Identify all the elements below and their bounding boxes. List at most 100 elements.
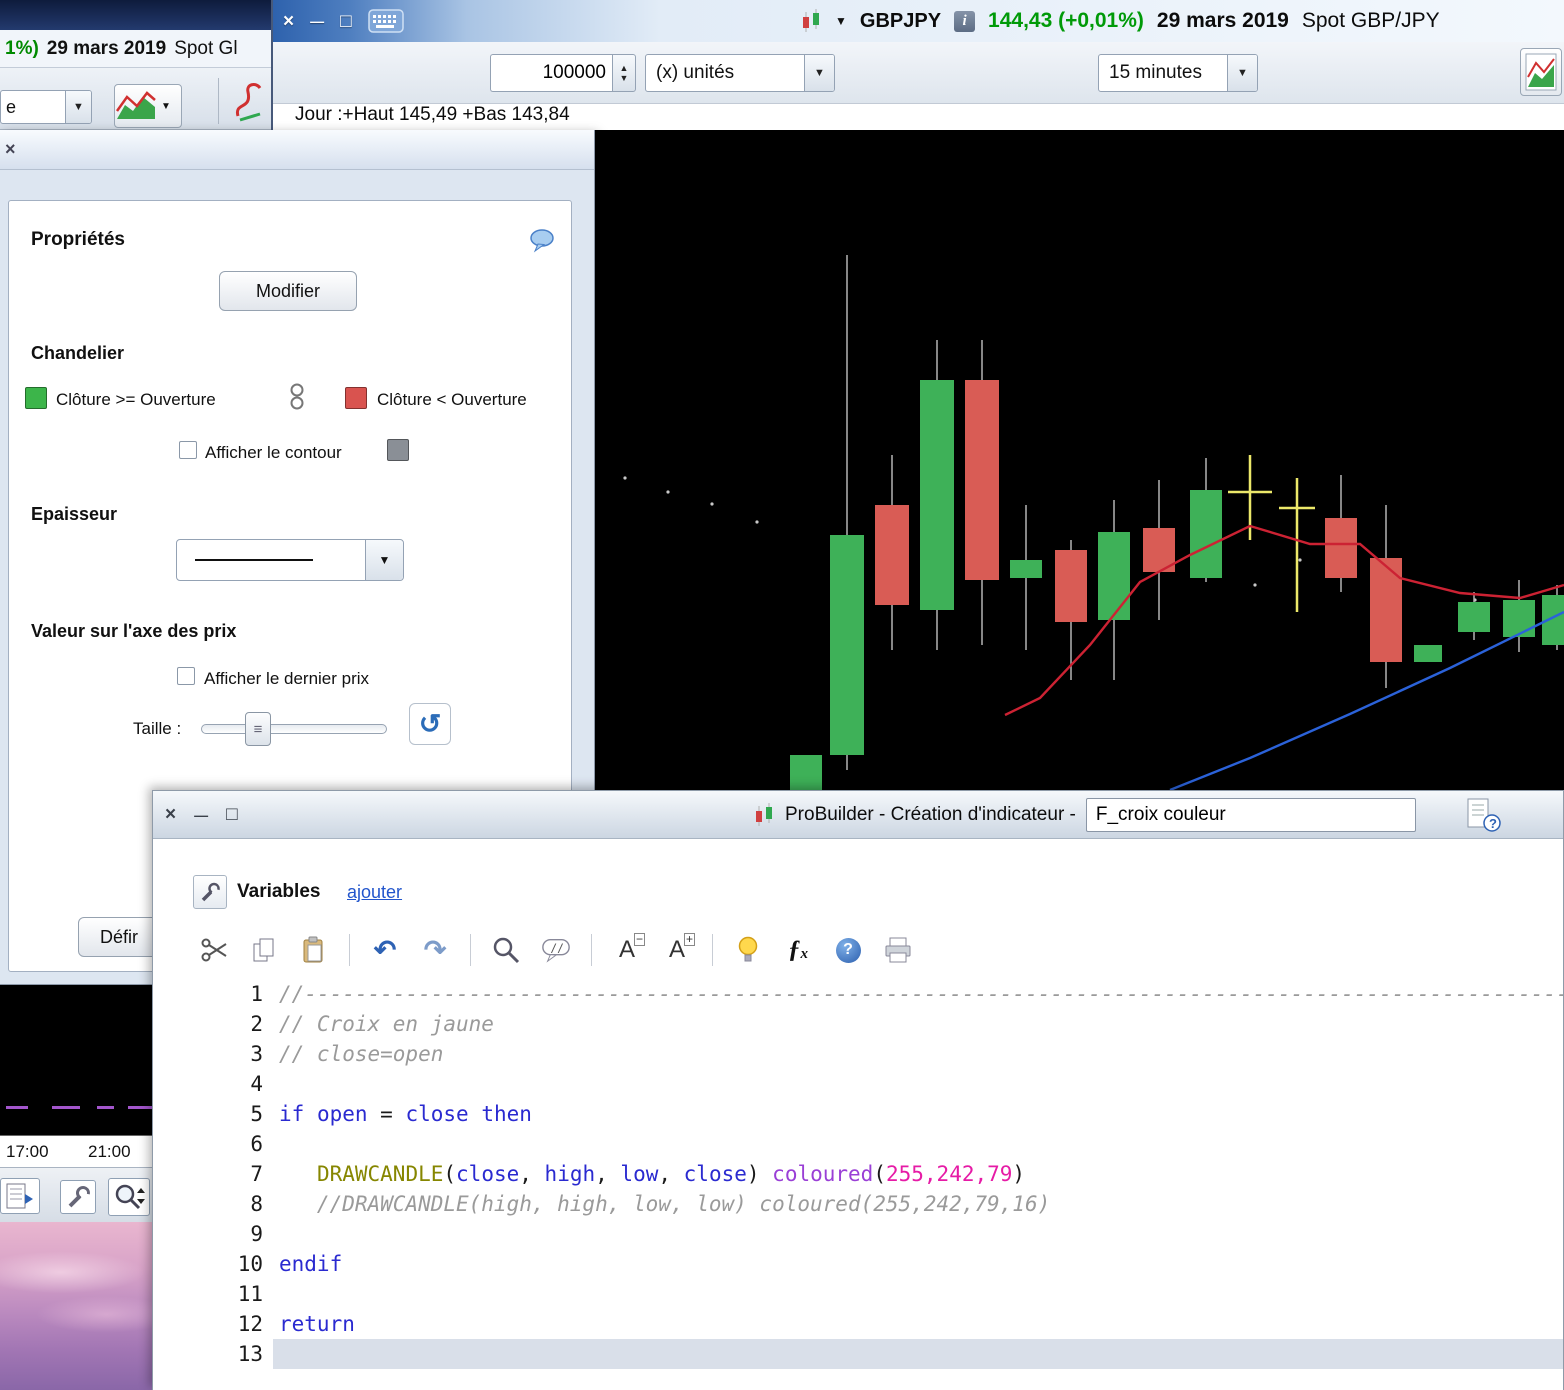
candle-body[interactable] xyxy=(1098,532,1130,620)
doc-help-button[interactable]: ? xyxy=(1465,797,1501,838)
copy-button[interactable] xyxy=(249,933,279,967)
settings-button[interactable] xyxy=(60,1180,96,1214)
order-list-button[interactable] xyxy=(0,1178,40,1214)
redo-button[interactable]: ↷ xyxy=(420,933,450,967)
modify-button[interactable]: Modifier xyxy=(219,271,357,311)
chevron-down-icon[interactable]: ▼ xyxy=(65,91,91,123)
code-text[interactable]: // Croix en jaune xyxy=(273,1009,1563,1039)
chart-window-button[interactable] xyxy=(1520,48,1562,96)
candle-body[interactable] xyxy=(1055,550,1087,622)
undo-button[interactable]: ↶ xyxy=(370,933,400,967)
candle-body[interactable] xyxy=(1190,490,1222,578)
maximize-icon[interactable]: □ xyxy=(340,12,351,31)
chevron-down-icon[interactable]: ▼ xyxy=(161,101,171,112)
down-color-swatch[interactable] xyxy=(345,387,367,409)
code-editor[interactable]: 1//-------------------------------------… xyxy=(153,979,1563,1390)
candle-body[interactable] xyxy=(920,380,954,610)
code-line[interactable]: 12 return xyxy=(153,1309,1563,1339)
code-text[interactable] xyxy=(273,1219,1563,1249)
cut-button[interactable] xyxy=(199,933,229,967)
code-line[interactable]: 2// Croix en jaune xyxy=(153,1009,1563,1039)
quantity-spinner[interactable]: ▲ ▼ xyxy=(612,54,636,92)
code-text[interactable] xyxy=(273,1339,1563,1369)
code-text[interactable] xyxy=(273,1279,1563,1309)
code-text[interactable]: endif xyxy=(273,1249,1563,1279)
reset-size-button[interactable]: ↺ xyxy=(409,703,451,745)
code-line[interactable]: 1//-------------------------------------… xyxy=(153,979,1563,1009)
code-text[interactable]: //--------------------------------------… xyxy=(273,979,1563,1009)
code-line[interactable]: 9 xyxy=(153,1219,1563,1249)
code-line[interactable]: 10 endif xyxy=(153,1249,1563,1279)
candle-body[interactable] xyxy=(1414,645,1442,662)
code-line[interactable]: 7 DRAWCANDLE(close, high, low, close) co… xyxy=(153,1159,1563,1189)
code-line[interactable]: 8 //DRAWCANDLE(high, high, low, low) col… xyxy=(153,1189,1563,1219)
minimize-icon[interactable]: — xyxy=(310,14,324,28)
code-text[interactable]: if open = close then xyxy=(273,1099,1563,1129)
chevron-down-icon[interactable]: ▼ xyxy=(804,55,834,91)
quantity-stepper[interactable]: ▲ ▼ xyxy=(490,54,636,92)
info-icon[interactable]: i xyxy=(954,10,976,32)
close-icon[interactable]: × xyxy=(283,12,294,31)
close-icon[interactable]: × xyxy=(5,139,16,160)
candle-body[interactable] xyxy=(1503,600,1535,637)
chart-type-button[interactable]: ▼ xyxy=(114,84,182,128)
indicator-name-input[interactable] xyxy=(1085,798,1416,832)
code-text[interactable] xyxy=(273,1069,1563,1099)
code-line[interactable]: 6 xyxy=(153,1129,1563,1159)
close-icon[interactable]: × xyxy=(165,804,176,826)
code-line[interactable]: 5 if open = close then xyxy=(153,1099,1563,1129)
code-text[interactable]: DRAWCANDLE(close, high, low, close) colo… xyxy=(273,1159,1563,1189)
timeframe-dropdown[interactable]: 15 minutes ▼ xyxy=(1098,54,1258,92)
units-dropdown[interactable]: (x) unités ▼ xyxy=(645,54,835,92)
candle-body[interactable] xyxy=(830,535,864,755)
code-line[interactable]: 13 xyxy=(153,1339,1563,1369)
paste-button[interactable] xyxy=(299,933,329,967)
code-text[interactable]: // close=open xyxy=(273,1039,1563,1069)
up-color-swatch[interactable] xyxy=(25,387,47,409)
indicator-tool-icon[interactable] xyxy=(232,80,266,129)
zoom-button[interactable] xyxy=(108,1178,150,1216)
define-button[interactable]: Défir xyxy=(78,917,160,957)
candle-body[interactable] xyxy=(1370,558,1402,662)
minimize-icon[interactable]: — xyxy=(194,807,208,823)
variables-settings-button[interactable] xyxy=(193,875,227,909)
style-dropdown[interactable]: e ▼ xyxy=(0,90,92,124)
quantity-input[interactable] xyxy=(490,54,612,92)
comment-bubble-icon[interactable] xyxy=(529,229,557,253)
probuilder-titlebar[interactable]: × — □ ProBuilder - Création d'indicateur… xyxy=(153,791,1563,839)
candle-body[interactable] xyxy=(1458,602,1490,632)
chart-canvas[interactable] xyxy=(595,130,1564,790)
candle-body[interactable] xyxy=(1010,560,1042,578)
chevron-down-icon[interactable]: ▼ xyxy=(365,540,403,580)
thickness-dropdown[interactable]: ▼ xyxy=(176,539,404,581)
code-line[interactable]: 11 xyxy=(153,1279,1563,1309)
symbol-label[interactable]: GBPJPY xyxy=(860,10,941,33)
code-line[interactable]: 3// close=open xyxy=(153,1039,1563,1069)
properties-dialog-titlebar[interactable]: × xyxy=(0,130,594,170)
maximize-icon[interactable]: □ xyxy=(226,804,237,826)
candle-body[interactable] xyxy=(965,380,999,580)
show-last-price-checkbox[interactable] xyxy=(177,667,195,685)
print-button[interactable] xyxy=(883,933,913,967)
chevron-down-icon[interactable]: ▼ xyxy=(1227,55,1257,91)
help-button[interactable]: ? xyxy=(833,933,863,967)
font-larger-button[interactable]: A + xyxy=(662,933,695,967)
size-slider-handle[interactable]: ≡ xyxy=(245,712,271,746)
size-slider-track[interactable] xyxy=(201,724,387,734)
hint-button[interactable] xyxy=(733,933,763,967)
spin-down-icon[interactable]: ▼ xyxy=(620,73,629,83)
outline-color-swatch[interactable] xyxy=(387,439,409,461)
add-variable-link[interactable]: ajouter xyxy=(347,882,402,903)
code-text[interactable]: //DRAWCANDLE(high, high, low, low) colou… xyxy=(273,1189,1563,1219)
candle-body[interactable] xyxy=(875,505,909,605)
code-text[interactable] xyxy=(273,1129,1563,1159)
show-outline-checkbox[interactable] xyxy=(179,441,197,459)
keyboard-icon[interactable] xyxy=(367,8,404,34)
spin-up-icon[interactable]: ▲ xyxy=(620,63,629,73)
font-smaller-button[interactable]: A − xyxy=(612,933,645,967)
candle-body[interactable] xyxy=(1325,518,1357,578)
function-library-button[interactable]: ƒ x xyxy=(783,933,813,967)
code-text[interactable]: return xyxy=(273,1309,1563,1339)
candle-body[interactable] xyxy=(790,755,822,790)
chevron-down-icon[interactable]: ▼ xyxy=(835,14,847,28)
